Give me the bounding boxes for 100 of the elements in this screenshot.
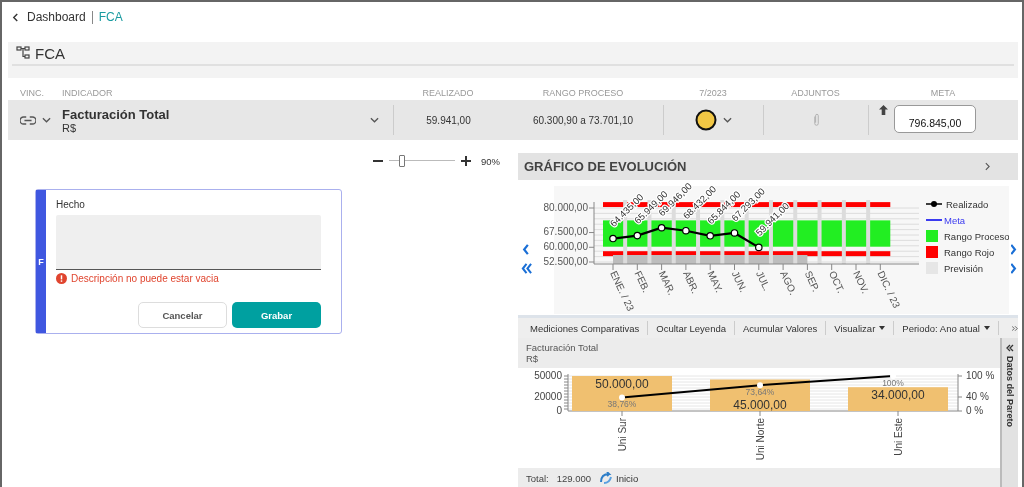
chevron-right-icon[interactable] <box>985 162 990 171</box>
overflow-icon[interactable] <box>1012 324 1018 332</box>
side-tab-label[interactable]: Datos del Pareto <box>1005 356 1015 428</box>
chevron-down-icon[interactable] <box>42 117 51 123</box>
x-tick-label: JUN. <box>729 268 750 294</box>
status-indicator[interactable] <box>695 109 717 131</box>
x-tick-label: MAR. <box>656 268 678 296</box>
legend-label: Rango Rojo <box>944 246 995 258</box>
breadcrumb-link[interactable]: Dashboard <box>27 10 86 24</box>
y-axis <box>563 373 569 412</box>
percent-label: 100% <box>882 378 904 388</box>
x-tick-label: OCT. <box>826 268 847 294</box>
rango-value: 60.300,90 a 73.701,10 <box>532 114 634 126</box>
double-chevron-left-icon[interactable] <box>520 262 532 274</box>
home-link[interactable]: Inicio <box>616 472 639 484</box>
description-field[interactable] <box>56 215 321 270</box>
y-tick-label: 50000 <box>534 369 562 381</box>
legend-label: Realizado <box>946 198 989 210</box>
column-header: VINC. <box>19 88 45 98</box>
side-letter: F <box>38 256 44 267</box>
refresh-icon[interactable] <box>599 472 614 484</box>
bar-value-label: 50.000,00 <box>595 377 649 391</box>
x-tick-label: Uni Sur <box>617 418 628 452</box>
legend-label: Previsión <box>944 262 984 274</box>
y-tick-label: 67.500,00 <box>543 225 588 237</box>
data-point <box>657 223 666 232</box>
section-title: FCA <box>35 44 65 62</box>
data-point <box>682 226 690 234</box>
x-tick-label: JUL. <box>754 268 773 292</box>
chevron-down-icon[interactable] <box>370 117 379 123</box>
column-header: RANGO PROCESO <box>541 88 625 98</box>
y-tick-label: 0 % <box>966 404 984 416</box>
toolbar-button[interactable]: Periodo: Ano atual <box>894 321 999 335</box>
toolbar-button[interactable]: Visualizar <box>826 321 895 335</box>
y-tick-label: 80.000,00 <box>543 201 588 213</box>
y-tick-label: 0 <box>556 404 562 416</box>
percent-label: 73,64% <box>745 387 775 398</box>
double-chevron-right-icon[interactable] <box>1010 262 1017 274</box>
zoom-percent: 90% <box>481 155 500 167</box>
column-header: META <box>929 88 957 98</box>
data-point <box>890 373 896 379</box>
x-tick-label: ABR. <box>681 268 701 295</box>
paperclip-icon[interactable] <box>812 113 820 127</box>
chevron-down-icon[interactable] <box>723 117 732 123</box>
column-header: INDICADOR <box>61 88 114 98</box>
zoom-in-icon[interactable] <box>461 156 471 166</box>
toolbar-button[interactable]: Acumular Valores <box>735 321 827 335</box>
column-header: 7/2023 <box>698 88 728 98</box>
data-point <box>619 394 625 401</box>
data-point <box>730 228 739 237</box>
percent-label: 38,76% <box>607 399 637 410</box>
panel-title: GRÁFICO DE EVOLUCIÓN <box>524 159 687 174</box>
column-header: ADJUNTOS <box>790 88 841 98</box>
bar-value-label: 45.000,00 <box>733 398 787 412</box>
y-axis <box>588 201 595 264</box>
side-tab[interactable]: Datos del Pareto <box>1000 338 1018 487</box>
double-chevron-left-icon[interactable] <box>1006 344 1014 352</box>
x-tick-label: AGO. <box>778 268 799 296</box>
y-tick-label: 52.500,00 <box>543 255 588 267</box>
x-tick-label: MAY. <box>705 268 725 294</box>
x-tick-label: SEP. <box>802 268 822 293</box>
back-chevron-icon[interactable] <box>12 12 19 22</box>
x-tick-label: Uni Este <box>893 418 904 456</box>
chart-unit: R$ <box>526 353 540 364</box>
y-tick-label: 40 % <box>966 390 989 402</box>
toolbar-button[interactable]: Mediciones Comparativas <box>522 321 649 335</box>
indicator-name: Facturación Total <box>62 106 170 122</box>
total-label: Total: <box>526 472 549 484</box>
data-point <box>633 231 642 239</box>
x-tick-label: NOV. <box>851 268 872 295</box>
error-icon <box>56 273 67 284</box>
total-value: 129.000 <box>556 472 592 484</box>
indicator-row[interactable]: Facturación Total R$ 59.941,00 60.300,90 a 73.701,10 796.845,00 <box>8 100 1018 140</box>
error-message: Descripción no puede estar vacia <box>71 273 219 284</box>
slider-thumb[interactable] <box>398 155 405 167</box>
field-label: Hecho <box>56 199 86 210</box>
indicator-unit: R$ <box>62 121 78 134</box>
y-tick-label: 20000 <box>534 390 562 402</box>
meta-field[interactable]: 796.845,00 <box>894 105 976 133</box>
chevron-right-icon[interactable] <box>1010 243 1017 255</box>
x-tick-label: DIC. / 23 <box>875 268 903 310</box>
link-icon[interactable] <box>20 115 36 125</box>
x-tick-label: Uni Norte <box>755 418 766 461</box>
y-tick-label: 60.000,00 <box>543 240 588 252</box>
toolbar-button[interactable]: Ocultar Leyenda <box>648 321 735 335</box>
column-header: REALIZADO <box>421 88 475 98</box>
secondary-y-axis <box>957 373 963 412</box>
bar-value-label: 34.000,00 <box>871 388 925 403</box>
data-point <box>757 382 763 389</box>
data-point <box>609 234 617 242</box>
data-point <box>706 231 714 240</box>
chart-title: Facturación Total <box>526 342 600 353</box>
hierarchy-icon <box>16 46 30 60</box>
data-point <box>755 243 763 251</box>
y-tick-label: 100 % <box>966 369 995 381</box>
realizado-value: 59.941,00 <box>426 114 471 126</box>
cancel-button[interactable]: Cancelar <box>138 302 227 328</box>
legend-label: Rango Proceso <box>944 230 1009 242</box>
chevron-left-icon[interactable] <box>522 243 530 255</box>
x-tick-label: FEB. <box>632 268 652 294</box>
